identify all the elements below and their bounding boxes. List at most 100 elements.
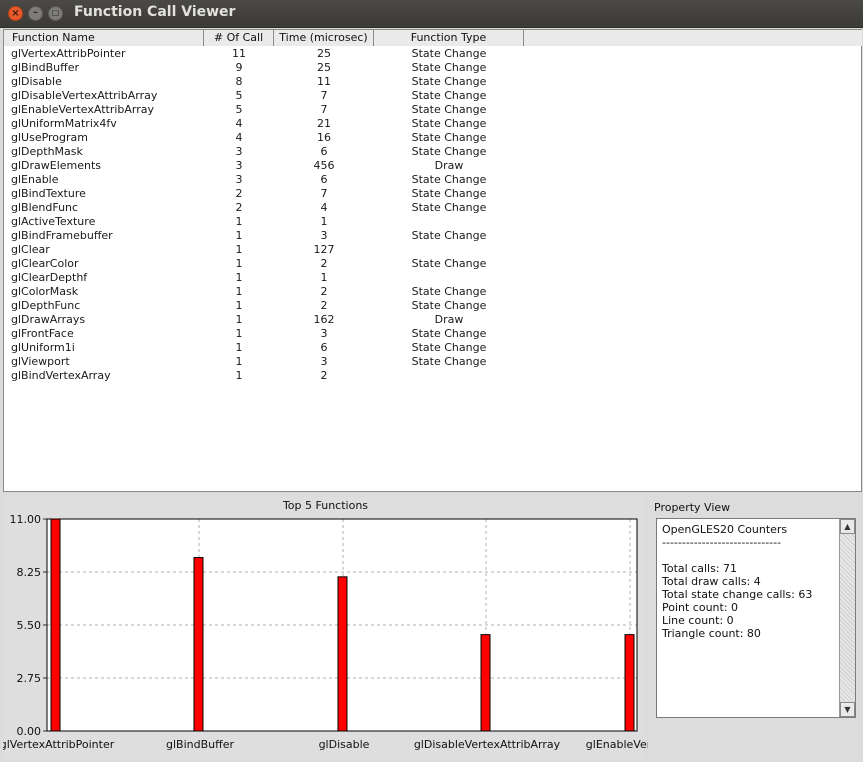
function-name-cell: glEnableVertexAttribArray <box>11 103 155 116</box>
function-type-cell: State Change <box>411 187 487 200</box>
time-cell: 21 <box>317 117 331 130</box>
function-name-cell: glDepthMask <box>11 145 83 158</box>
time-cell: 3 <box>320 229 328 242</box>
function-type-cell: State Change <box>411 285 487 298</box>
function-name-cell: glUniform1i <box>11 341 75 354</box>
function-name-cell: glViewport <box>11 355 70 368</box>
call-count-cell: 2 <box>235 187 243 200</box>
function-name-cell: glDisableVertexAttribArray <box>11 89 158 102</box>
call-count-cell: 11 <box>232 47 246 60</box>
table-row[interactable]: glDisableVertexAttribArray 5 7 State Change <box>4 89 861 103</box>
call-count-cell: 5 <box>235 89 243 102</box>
table-row[interactable]: glClearDepthf 1 1 <box>4 271 861 285</box>
function-name-cell: glEnable <box>11 173 59 186</box>
property-line: Total calls: 71 <box>662 562 738 575</box>
table-row[interactable]: glBindFramebuffer 1 3 State Change <box>4 229 861 243</box>
scroll-down-icon[interactable]: ▼ <box>840 702 855 717</box>
table-row[interactable]: glEnableVertexAttribArray 5 7 State Change <box>4 103 861 117</box>
property-line: Total draw calls: 4 <box>662 575 761 588</box>
function-name-cell: glBindTexture <box>11 187 86 200</box>
table-row[interactable]: glUseProgram 4 16 State Change <box>4 131 861 145</box>
minimize-icon[interactable]: – <box>28 6 43 21</box>
table-row[interactable]: glDrawElements 3 456 Draw <box>4 159 861 173</box>
call-count-cell: 1 <box>235 229 243 242</box>
x-tick-label: glEnableVertexA <box>586 738 648 751</box>
close-icon[interactable]: × <box>8 6 23 21</box>
call-count-cell: 3 <box>235 173 243 186</box>
function-name-cell: glClearColor <box>11 257 79 270</box>
table-row[interactable]: glDrawArrays 1 162 Draw <box>4 313 861 327</box>
table-row[interactable]: glBindVertexArray 1 2 <box>4 369 861 383</box>
function-name-cell: glDepthFunc <box>11 299 81 312</box>
call-count-cell: 8 <box>235 75 243 88</box>
scroll-up-icon[interactable]: ▲ <box>840 519 855 534</box>
function-type-cell: State Change <box>411 103 487 116</box>
column-header-function-type[interactable]: Function Type <box>374 30 524 46</box>
table-row[interactable]: glClearColor 1 2 State Change <box>4 257 861 271</box>
time-cell: 2 <box>320 285 328 298</box>
function-name-cell: glBindVertexArray <box>11 369 111 382</box>
column-header-time[interactable]: Time (microsec) <box>274 30 374 46</box>
table-body: glVertexAttribPointer 11 25 State Change glB… <box>4 47 861 383</box>
y-tick-label: 11.00 <box>10 513 42 526</box>
time-cell: 7 <box>320 89 328 102</box>
table-row[interactable]: glBlendFunc 2 4 State Change <box>4 201 861 215</box>
table-row[interactable]: glUniform1i 1 6 State Change <box>4 341 861 355</box>
time-cell: 4 <box>320 201 328 214</box>
time-cell: 1 <box>320 215 328 228</box>
table-row[interactable]: glViewport 1 3 State Change <box>4 355 861 369</box>
table-row[interactable]: glBindTexture 2 7 State Change <box>4 187 861 201</box>
table-row[interactable]: glActiveTexture 1 1 <box>4 215 861 229</box>
property-view-title: Property View <box>654 501 731 514</box>
call-count-cell: 1 <box>235 285 243 298</box>
call-count-cell: 4 <box>235 131 243 144</box>
x-tick-label: glDisable <box>319 738 370 751</box>
top-functions-chart: Top 5 Functions 0.00 2.75 5.50 8.25 11.00 glV… <box>3 497 648 759</box>
table-row[interactable]: glBindBuffer 9 25 State Change <box>4 61 861 75</box>
function-name-cell: glDisable <box>11 75 62 88</box>
time-cell: 1 <box>320 271 328 284</box>
table-row[interactable]: glDepthFunc 1 2 State Change <box>4 299 861 313</box>
function-type-cell: State Change <box>411 201 487 214</box>
function-type-cell: State Change <box>411 257 487 270</box>
table-row[interactable]: glDisable 8 11 State Change <box>4 75 861 89</box>
property-scrollbar[interactable]: ▲ ▼ <box>839 519 855 717</box>
table-header: Function Name # Of Call Time (microsec) … <box>4 30 862 46</box>
function-type-cell: State Change <box>411 299 487 312</box>
call-count-cell: 2 <box>235 201 243 214</box>
call-count-cell: 1 <box>235 369 243 382</box>
table-row[interactable]: glUniformMatrix4fv 4 21 State Change <box>4 117 861 131</box>
time-cell: 25 <box>317 61 331 74</box>
y-tick-label: 0.00 <box>17 725 42 738</box>
y-tick-label: 8.25 <box>17 566 42 579</box>
bar <box>480 634 491 732</box>
table-row[interactable]: glClear 1 127 <box>4 243 861 257</box>
property-view-panel[interactable]: OpenGLES20 Counters ---------------------… <box>656 518 856 718</box>
call-count-cell: 1 <box>235 341 243 354</box>
column-header-function-name[interactable]: Function Name <box>4 30 204 46</box>
function-type-cell: State Change <box>411 131 487 144</box>
call-count-cell: 1 <box>235 215 243 228</box>
function-name-cell: glUseProgram <box>11 131 88 144</box>
window-title: Function Call Viewer <box>74 4 236 20</box>
function-type-cell: State Change <box>411 47 487 60</box>
bar <box>193 557 204 732</box>
column-header-call-count[interactable]: # Of Call <box>204 30 274 46</box>
time-cell: 3 <box>320 327 328 340</box>
maximize-icon[interactable]: □ <box>48 6 63 21</box>
table-row[interactable]: glDepthMask 3 6 State Change <box>4 145 861 159</box>
time-cell: 2 <box>320 369 328 382</box>
time-cell: 456 <box>313 159 335 172</box>
y-tick-label: 5.50 <box>17 619 42 632</box>
function-table[interactable]: Function Name # Of Call Time (microsec) … <box>3 29 862 492</box>
table-row[interactable]: glEnable 3 6 State Change <box>4 173 861 187</box>
table-row[interactable]: glColorMask 1 2 State Change <box>4 285 861 299</box>
table-row[interactable]: glVertexAttribPointer 11 25 State Change <box>4 47 861 61</box>
table-row[interactable]: glFrontFace 1 3 State Change <box>4 327 861 341</box>
function-name-cell: glDrawElements <box>11 159 102 172</box>
function-type-cell: State Change <box>411 173 487 186</box>
function-name-cell: glBlendFunc <box>11 201 79 214</box>
function-name-cell: glVertexAttribPointer <box>11 47 126 60</box>
call-count-cell: 1 <box>235 257 243 270</box>
bar <box>624 634 635 732</box>
